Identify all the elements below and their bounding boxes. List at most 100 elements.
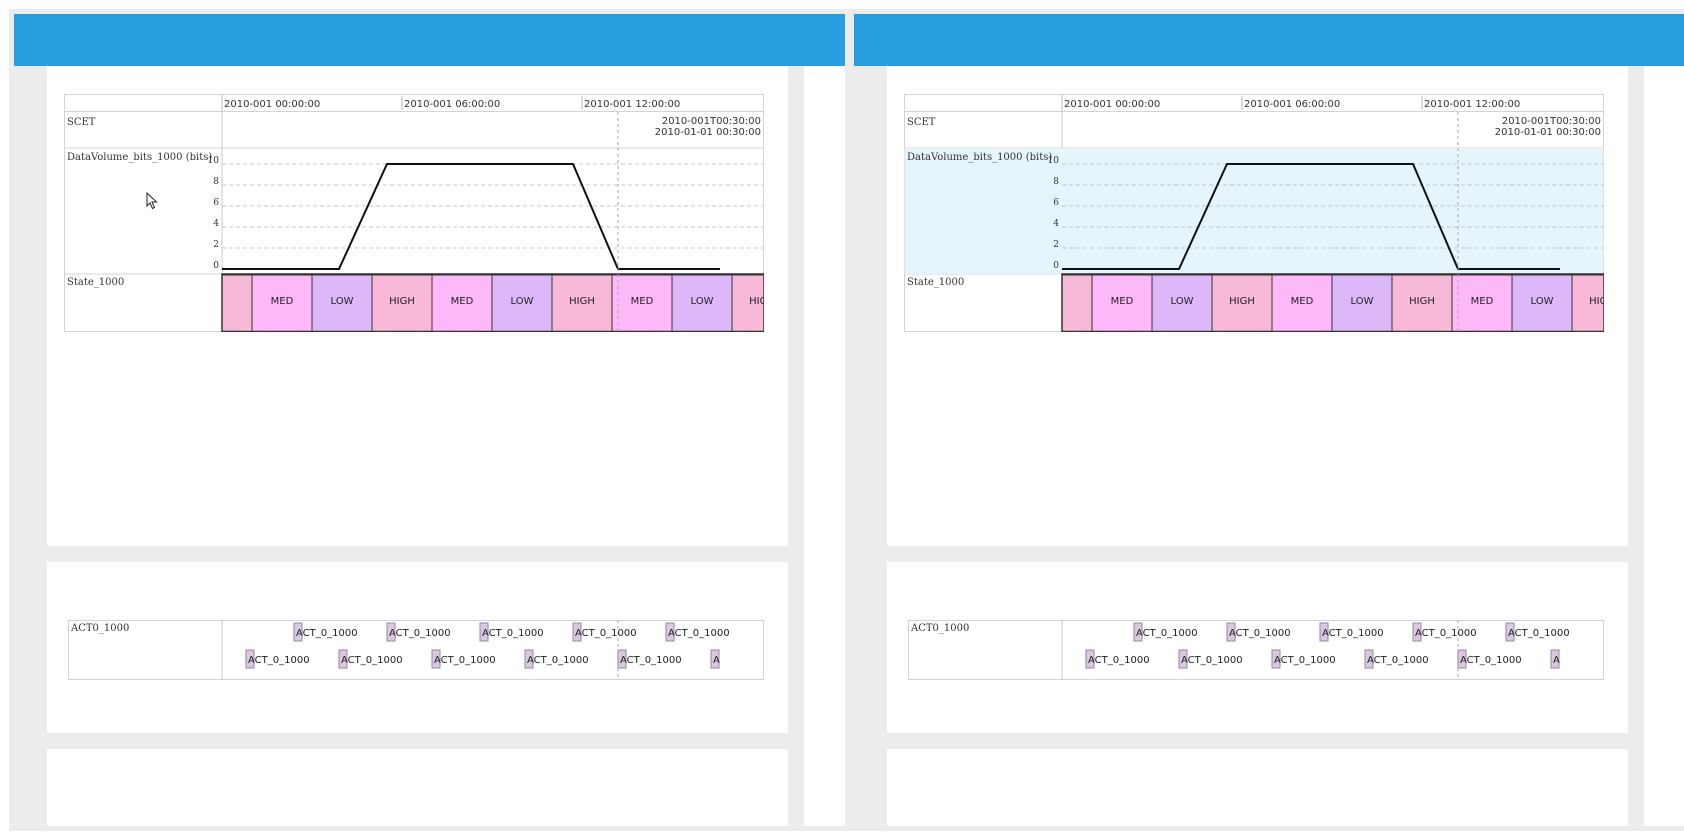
- right-panel: 2010-001 00:00:00 2010-001 06:00:00 2010-0…: [849, 9, 1684, 831]
- state-band-rect[interactable]: [1061, 274, 1093, 332]
- activity-label: ACT_0_1000: [248, 655, 310, 666]
- state-band-rect[interactable]: [221, 274, 253, 332]
- left-panel-header: [14, 14, 845, 66]
- activity-svg[interactable]: ACT0_1000 ACT_0_1000 ACT_0_1000 ACT_0_1000…: [68, 620, 764, 680]
- state-band[interactable]: MED: [1271, 274, 1333, 332]
- state-bands[interactable]: MEDLOWHIGHMEDLOWHIGHMEDLOWHIGHMED: [221, 273, 764, 332]
- state-band-label: MED: [271, 296, 294, 307]
- y-tick-label: 2: [213, 240, 219, 250]
- y-tick-label: 0: [213, 261, 219, 271]
- state-band[interactable]: MED: [1451, 274, 1513, 332]
- activity-svg[interactable]: ACT0_1000 ACT_0_1000 ACT_0_1000 ACT_0_1000…: [908, 620, 1604, 680]
- state-band[interactable]: [221, 274, 253, 332]
- state-band[interactable]: LOW: [311, 274, 373, 332]
- state-band[interactable]: HIGH: [551, 274, 613, 332]
- timeline-svg[interactable]: 2010-001 00:00:00 2010-001 06:00:00 2010-0…: [64, 94, 764, 332]
- state-band-label: HIGH: [749, 296, 764, 307]
- y-tick-label: 2: [1053, 240, 1059, 250]
- state-band[interactable]: MED: [611, 274, 673, 332]
- view-divider[interactable]: [887, 733, 1628, 749]
- state-band[interactable]: MED: [1091, 274, 1153, 332]
- state-band-label: HIGH: [1409, 296, 1435, 307]
- activity-label: ACT_0_1000: [296, 628, 358, 639]
- state-band-label: LOW: [1351, 296, 1374, 307]
- state-band[interactable]: MED: [251, 274, 313, 332]
- activity-view[interactable]: ACT0_1000 ACT_0_1000 ACT_0_1000 ACT_0_1000…: [68, 620, 764, 680]
- cursor-time-doy: 2010-001T00:30:00: [1502, 116, 1601, 127]
- timeline-view[interactable]: 2010-001 00:00:00 2010-001 06:00:00 2010-0…: [904, 94, 1604, 332]
- right-panel-header: [854, 14, 1684, 66]
- y-tick-label: 4: [213, 219, 219, 229]
- state-band-label: LOW: [511, 296, 534, 307]
- activity-label: ACT_0_1000: [1088, 655, 1150, 666]
- left-panel: 2010-001 00:00:00 2010-001 06:00:00 2010-0…: [9, 9, 850, 831]
- state-band-label: MED: [1471, 296, 1494, 307]
- view-divider[interactable]: [887, 546, 1628, 562]
- activity-label: ACT_0_1000: [341, 655, 403, 666]
- y-tick-label: 4: [1053, 219, 1059, 229]
- right-gutter[interactable]: [1628, 66, 1644, 826]
- y-tick-label: 6: [1053, 198, 1059, 208]
- state-band[interactable]: HIGH: [1571, 274, 1604, 332]
- state-band[interactable]: HIGH: [371, 274, 433, 332]
- state-band-label: MED: [1291, 296, 1314, 307]
- data-volume-grid: [222, 163, 764, 249]
- data-volume-row-highlight[interactable]: [904, 148, 1604, 274]
- view-divider[interactable]: [47, 546, 788, 562]
- y-tick-label: 8: [1053, 177, 1059, 187]
- time-tick-label: 2010-001 06:00:00: [1244, 99, 1340, 110]
- scet-row-label: SCET: [907, 117, 936, 128]
- state-band-label: HIGH: [389, 296, 415, 307]
- state-band[interactable]: LOW: [1331, 274, 1393, 332]
- activity-label: ACT_0_1000: [389, 628, 451, 639]
- data-volume-y-axis: 0 2 4 6 8 10: [208, 156, 220, 271]
- activity-row-label: ACT0_1000: [910, 623, 969, 634]
- data-volume-row-label: DataVolume_bits_1000 (bits): [67, 152, 212, 163]
- time-tick-label: 2010-001 00:00:00: [1064, 99, 1160, 110]
- time-tick-label: 2010-001 06:00:00: [404, 99, 500, 110]
- left-gutter: [14, 66, 47, 826]
- state-band-label: LOW: [691, 296, 714, 307]
- activity-label: ACT_0_1000: [1322, 628, 1384, 639]
- state-band[interactable]: HIGH: [1391, 274, 1453, 332]
- state-bands[interactable]: MEDLOWHIGHMEDLOWHIGHMEDLOWHIGHMED: [1061, 273, 1604, 332]
- state-band[interactable]: HIGH: [1211, 274, 1273, 332]
- state-band-label: HIGH: [1229, 296, 1255, 307]
- state-band[interactable]: HIGH: [731, 274, 764, 332]
- state-band[interactable]: LOW: [1151, 274, 1213, 332]
- state-band[interactable]: LOW: [491, 274, 553, 332]
- activity-label: A: [713, 655, 720, 666]
- cursor-time-utc: 2010-01-01 00:30:00: [1495, 127, 1601, 138]
- activity-view[interactable]: ACT0_1000 ACT_0_1000 ACT_0_1000 ACT_0_1000…: [908, 620, 1604, 680]
- state-band[interactable]: MED: [431, 274, 493, 332]
- time-tick-label: 2010-001 12:00:00: [584, 99, 680, 110]
- timeline-svg[interactable]: 2010-001 00:00:00 2010-001 06:00:00 2010-0…: [904, 94, 1604, 332]
- state-band-label: MED: [631, 296, 654, 307]
- y-tick-label: 6: [213, 198, 219, 208]
- activity-label: ACT_0_1000: [1415, 628, 1477, 639]
- activity-label: ACT_0_1000: [527, 655, 589, 666]
- state-band-label: HIGH: [1589, 296, 1604, 307]
- left-gutter: [854, 66, 887, 826]
- activity-label: ACT_0_1000: [1508, 628, 1570, 639]
- activity-label: ACT_0_1000: [620, 655, 682, 666]
- time-axis: 2010-001 00:00:00 2010-001 06:00:00 2010-0…: [1061, 96, 1520, 110]
- state-band-label: LOW: [1171, 296, 1194, 307]
- data-volume-line: [222, 163, 720, 270]
- view-divider[interactable]: [47, 733, 788, 749]
- right-gutter[interactable]: [788, 66, 804, 826]
- state-band[interactable]: LOW: [671, 274, 733, 332]
- activity-label: ACT_0_1000: [482, 628, 544, 639]
- state-row-label: State_1000: [907, 277, 964, 288]
- state-band[interactable]: [1061, 274, 1093, 332]
- activity-label: A: [1553, 655, 1560, 666]
- data-volume-row-background[interactable]: [904, 148, 1604, 274]
- timeline-view[interactable]: 2010-001 00:00:00 2010-001 06:00:00 2010-0…: [64, 94, 764, 332]
- state-band-label: LOW: [1531, 296, 1554, 307]
- activity-row-label: ACT0_1000: [70, 623, 129, 634]
- state-band[interactable]: LOW: [1511, 274, 1573, 332]
- right-panel-body: 2010-001 00:00:00 2010-001 06:00:00 2010-0…: [854, 66, 1684, 826]
- activity-block[interactable]: A: [1550, 649, 1560, 669]
- y-tick-label: 8: [213, 177, 219, 187]
- activity-block[interactable]: A: [710, 649, 720, 669]
